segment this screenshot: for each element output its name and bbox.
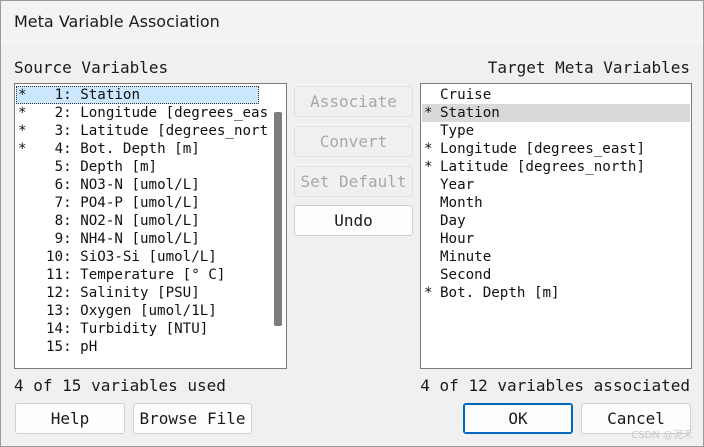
item-label: 3: Latitude [degrees_nort [54,123,269,139]
source-variable-item[interactable]: 13: Oxygen [umol/1L] [16,302,259,320]
item-label: 6: NO3-N [umol/L] [54,177,200,193]
source-variables-label: Source Variables [14,58,169,77]
item-label: 15: pH [46,339,98,355]
item-label: Type [440,123,475,139]
item-label: Minute [440,249,492,265]
target-variable-item[interactable]: Cruise [422,86,690,104]
scrollbar-thumb[interactable] [274,112,282,326]
source-variable-item[interactable]: 12: Salinity [PSU] [16,284,259,302]
item-label: 5: Depth [m] [54,159,158,175]
meta-variable-association-dialog: Meta Variable Association Source Variabl… [0,0,704,447]
source-status-text: 4 of 15 variables used [14,376,226,395]
target-meta-variables-label: Target Meta Variables [487,58,690,77]
item-label: Station [440,105,500,121]
source-variable-item[interactable]: 5: Depth [m] [16,158,259,176]
target-variable-item[interactable]: Type [422,122,690,140]
set-default-button[interactable]: Set Default [294,166,413,197]
target-variable-item[interactable]: * Longitude [degrees_east] [422,140,690,158]
target-variable-item[interactable]: * Bot. Depth [m] [422,284,690,302]
association-marker: * [424,141,433,157]
source-variable-item[interactable]: * 1: Station [16,86,259,104]
source-variables-list[interactable]: * 1: Station * 2: Longitude [degrees_eas * 3:… [14,83,287,369]
source-variable-item[interactable]: 14: Turbidity [NTU] [16,320,259,338]
associate-button[interactable]: Associate [294,86,413,117]
item-label: Year [440,177,475,193]
association-marker: * [18,123,27,139]
convert-button[interactable]: Convert [294,126,413,157]
item-label: 1: Station [54,87,141,103]
source-variable-item[interactable]: 6: NO3-N [umol/L] [16,176,259,194]
ok-button[interactable]: OK [463,403,573,434]
target-variable-item[interactable]: Year [422,176,690,194]
source-variable-item[interactable]: 11: Temperature [° C] [16,266,259,284]
item-label: Cruise [440,87,492,103]
undo-button[interactable]: Undo [294,205,413,236]
source-variable-item[interactable]: 15: pH [16,338,259,356]
source-variable-item[interactable]: * 2: Longitude [degrees_eas [16,104,268,122]
source-variable-item[interactable]: 9: NH4-N [umol/L] [16,230,259,248]
target-variable-item[interactable]: * Station [422,104,690,122]
item-label: Hour [440,231,475,247]
association-marker: * [18,141,27,157]
item-label: Longitude [degrees_east] [440,141,645,157]
target-variable-item[interactable]: Second [422,266,690,284]
association-marker: * [424,105,433,121]
window-title: Meta Variable Association [14,12,220,31]
association-marker: * [424,159,433,175]
association-marker: * [18,105,27,121]
item-label: 11: Temperature [° C] [46,267,226,283]
source-list-scrollbar[interactable] [270,86,284,366]
target-variable-item[interactable]: Minute [422,248,690,266]
title-bar[interactable]: Meta Variable Association [1,1,703,46]
item-label: Month [440,195,483,211]
source-variable-item[interactable]: * 4: Bot. Depth [m] [16,140,259,158]
association-marker: * [424,285,433,301]
source-variable-item[interactable]: 7: PO4-P [umol/L] [16,194,259,212]
item-label: 2: Longitude [degrees_eas [54,105,269,121]
item-label: Bot. Depth [m] [440,285,560,301]
browse-file-button[interactable]: Browse File [133,403,252,434]
item-label: 13: Oxygen [umol/1L] [46,303,217,319]
item-label: Day [440,213,466,229]
help-button[interactable]: Help [15,403,125,434]
target-variable-item[interactable]: Day [422,212,690,230]
source-variable-item[interactable]: 10: SiO3-Si [umol/L] [16,248,259,266]
item-label: Second [440,267,492,283]
item-label: 9: NH4-N [umol/L] [54,231,200,247]
association-marker: * [18,87,27,103]
item-label: 8: NO2-N [umol/L] [54,213,200,229]
target-status-text: 4 of 12 variables associated [420,376,690,395]
target-variable-item[interactable]: Month [422,194,690,212]
source-variable-item[interactable]: 8: NO2-N [umol/L] [16,212,259,230]
item-label: 12: Salinity [PSU] [46,285,200,301]
item-label: 7: PO4-P [umol/L] [54,195,200,211]
target-variable-item[interactable]: Hour [422,230,690,248]
target-meta-variables-list[interactable]: Cruise * Station Type * Longitude [degrees_ea… [420,83,692,369]
target-variable-item[interactable]: * Latitude [degrees_north] [422,158,690,176]
item-label: 14: Turbidity [NTU] [46,321,209,337]
source-variable-item[interactable]: * 3: Latitude [degrees_nort [16,122,268,140]
item-label: Latitude [degrees_north] [440,159,645,175]
item-label: 4: Bot. Depth [m] [54,141,200,157]
item-label: 10: SiO3-Si [umol/L] [46,249,217,265]
watermark: CSDN @泥禾 [631,430,693,441]
